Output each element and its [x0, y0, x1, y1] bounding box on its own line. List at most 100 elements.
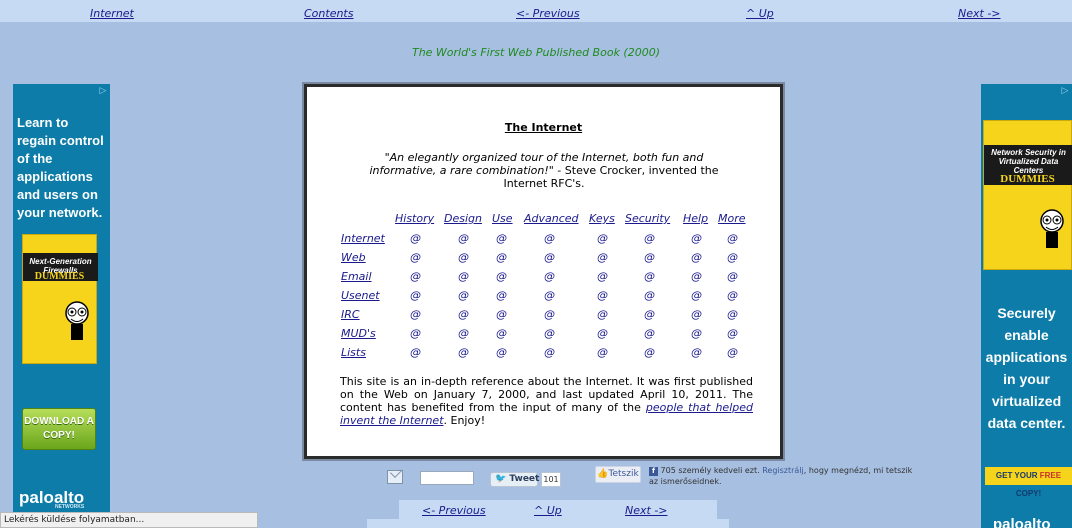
fb-register-link[interactable]: Regisztrálj — [762, 466, 804, 475]
get-free-copy-button[interactable]: GET YOUR FREE COPY! — [985, 467, 1072, 498]
topic-cell-link[interactable]: @ — [597, 270, 608, 283]
topic-cell-link[interactable]: @ — [496, 270, 507, 283]
left-ad-headline: Learn to regain control of the applicati… — [17, 115, 104, 220]
topic-cell-link[interactable]: @ — [410, 308, 421, 321]
topic-cell-link[interactable]: @ — [410, 327, 421, 340]
row-irc-link[interactable]: IRC — [341, 308, 360, 321]
facebook-icon: f — [649, 467, 658, 476]
nav-internet-link[interactable]: Internet — [90, 7, 134, 20]
left-ad-banner[interactable]: ▷ Learn to regain control of the applica… — [13, 84, 110, 528]
topic-cell-link[interactable]: @ — [544, 346, 555, 359]
topic-cell-link[interactable]: @ — [410, 289, 421, 302]
topic-cell-link[interactable]: @ — [727, 327, 738, 340]
paloalto-logo: paloalto NETWORKS — [19, 488, 84, 510]
bottom-nav: <- Previous ^ Up Next -> — [399, 500, 717, 519]
desc-text-2: . Enjoy! — [443, 414, 486, 427]
topic-cell-link[interactable]: @ — [691, 232, 702, 245]
col-help-link[interactable]: Help — [683, 212, 708, 225]
topic-cell-link[interactable]: @ — [644, 232, 655, 245]
topic-cell-link[interactable]: @ — [727, 251, 738, 264]
col-use-link[interactable]: Use — [492, 212, 513, 225]
topic-cell-link[interactable]: @ — [727, 232, 738, 245]
topic-cell-link[interactable]: @ — [544, 327, 555, 340]
topic-cell-link[interactable]: @ — [691, 251, 702, 264]
topic-cell-link[interactable]: @ — [597, 232, 608, 245]
topic-cell-link[interactable]: @ — [644, 270, 655, 283]
topic-cell-link[interactable]: @ — [410, 232, 421, 245]
adchoices-icon[interactable]: ▷ — [98, 86, 108, 96]
topic-cell-link[interactable]: @ — [458, 270, 469, 283]
topic-cell-link[interactable]: @ — [691, 289, 702, 302]
topic-cell-link[interactable]: @ — [597, 327, 608, 340]
nav-contents-link[interactable]: Contents — [304, 7, 353, 20]
col-advanced-link[interactable]: Advanced — [524, 212, 579, 225]
topic-cell-link[interactable]: @ — [727, 289, 738, 302]
topic-cell-link[interactable]: @ — [458, 308, 469, 321]
topic-cell-link[interactable]: @ — [691, 346, 702, 359]
nav-up-link[interactable]: ^ Up — [746, 7, 774, 20]
tweet-button[interactable]: 🐦 Tweet — [490, 472, 539, 487]
topic-cell-link[interactable]: @ — [644, 346, 655, 359]
col-design-link[interactable]: Design — [444, 212, 482, 225]
topic-cell-link[interactable]: @ — [691, 270, 702, 283]
topic-cell-link[interactable]: @ — [691, 327, 702, 340]
row-usenet-link[interactable]: Usenet — [341, 289, 380, 302]
topic-cell-link[interactable]: @ — [496, 327, 507, 340]
topic-cell-link[interactable]: @ — [496, 232, 507, 245]
left-ad-book-brand: DUMMIES — [34, 271, 85, 282]
topic-cell-link[interactable]: @ — [597, 289, 608, 302]
topic-cell-link[interactable]: @ — [410, 270, 421, 283]
topic-cell-link[interactable]: @ — [458, 232, 469, 245]
share-input-box[interactable] — [420, 471, 474, 485]
topic-cell-link[interactable]: @ — [458, 346, 469, 359]
topic-cell-link[interactable]: @ — [727, 270, 738, 283]
topic-cell-link[interactable]: @ — [496, 251, 507, 264]
page-title: The Internet — [504, 121, 583, 134]
row-muds-link[interactable]: MUD's — [341, 327, 376, 340]
topic-cell-link[interactable]: @ — [544, 251, 555, 264]
topic-cell-link[interactable]: @ — [691, 308, 702, 321]
bottom-up-link[interactable]: ^ Up — [534, 504, 562, 517]
topic-cell-link[interactable]: @ — [644, 289, 655, 302]
bottom-next-link[interactable]: Next -> — [625, 504, 668, 517]
download-copy-button[interactable]: DOWNLOAD A COPY! — [22, 408, 96, 450]
topic-cell-link[interactable]: @ — [597, 346, 608, 359]
topic-cell-link[interactable]: @ — [727, 308, 738, 321]
topic-cell-link[interactable]: @ — [496, 346, 507, 359]
col-security-link[interactable]: Security — [625, 212, 670, 225]
facebook-like-button[interactable]: 👍Tetszik — [595, 466, 641, 483]
row-internet-link[interactable]: Internet — [341, 232, 385, 245]
topic-cell-link[interactable]: @ — [410, 251, 421, 264]
topic-cell-link[interactable]: @ — [458, 251, 469, 264]
topic-cell-link[interactable]: @ — [496, 308, 507, 321]
topic-cell-link[interactable]: @ — [644, 327, 655, 340]
topic-cell-link[interactable]: @ — [496, 289, 507, 302]
topic-cell-link[interactable]: @ — [644, 308, 655, 321]
topic-cell-link[interactable]: @ — [544, 270, 555, 283]
nav-next-link[interactable]: Next -> — [958, 7, 1001, 20]
tagline: The World's First Web Published Book (20… — [411, 46, 661, 59]
col-keys-link[interactable]: Keys — [589, 212, 615, 225]
topic-cell-link[interactable]: @ — [644, 251, 655, 264]
right-ad-banner[interactable]: ▷ Network Security in Virtualized Data C… — [981, 84, 1072, 528]
topic-cell-link[interactable]: @ — [458, 289, 469, 302]
row-web-link[interactable]: Web — [341, 251, 366, 264]
topic-cell-link[interactable]: @ — [727, 346, 738, 359]
bottom-previous-link[interactable]: <- Previous — [422, 504, 486, 517]
topic-cell-link[interactable]: @ — [597, 308, 608, 321]
topic-cell-link[interactable]: @ — [544, 308, 555, 321]
nav-previous-link[interactable]: <- Previous — [516, 7, 580, 20]
col-more-link[interactable]: More — [718, 212, 746, 225]
free-btn-free: FREE — [1039, 471, 1062, 480]
row-email-link[interactable]: Email — [341, 270, 372, 283]
adchoices-icon[interactable]: ▷ — [1060, 86, 1070, 96]
col-history-link[interactable]: History — [395, 212, 434, 225]
topic-cell-link[interactable]: @ — [544, 289, 555, 302]
browser-status-bar: Lekérés küldése folyamatban... — [0, 512, 258, 528]
topic-cell-link[interactable]: @ — [410, 346, 421, 359]
topic-cell-link[interactable]: @ — [597, 251, 608, 264]
email-share-icon[interactable] — [387, 470, 403, 484]
topic-cell-link[interactable]: @ — [458, 327, 469, 340]
row-lists-link[interactable]: Lists — [341, 346, 366, 359]
topic-cell-link[interactable]: @ — [544, 232, 555, 245]
